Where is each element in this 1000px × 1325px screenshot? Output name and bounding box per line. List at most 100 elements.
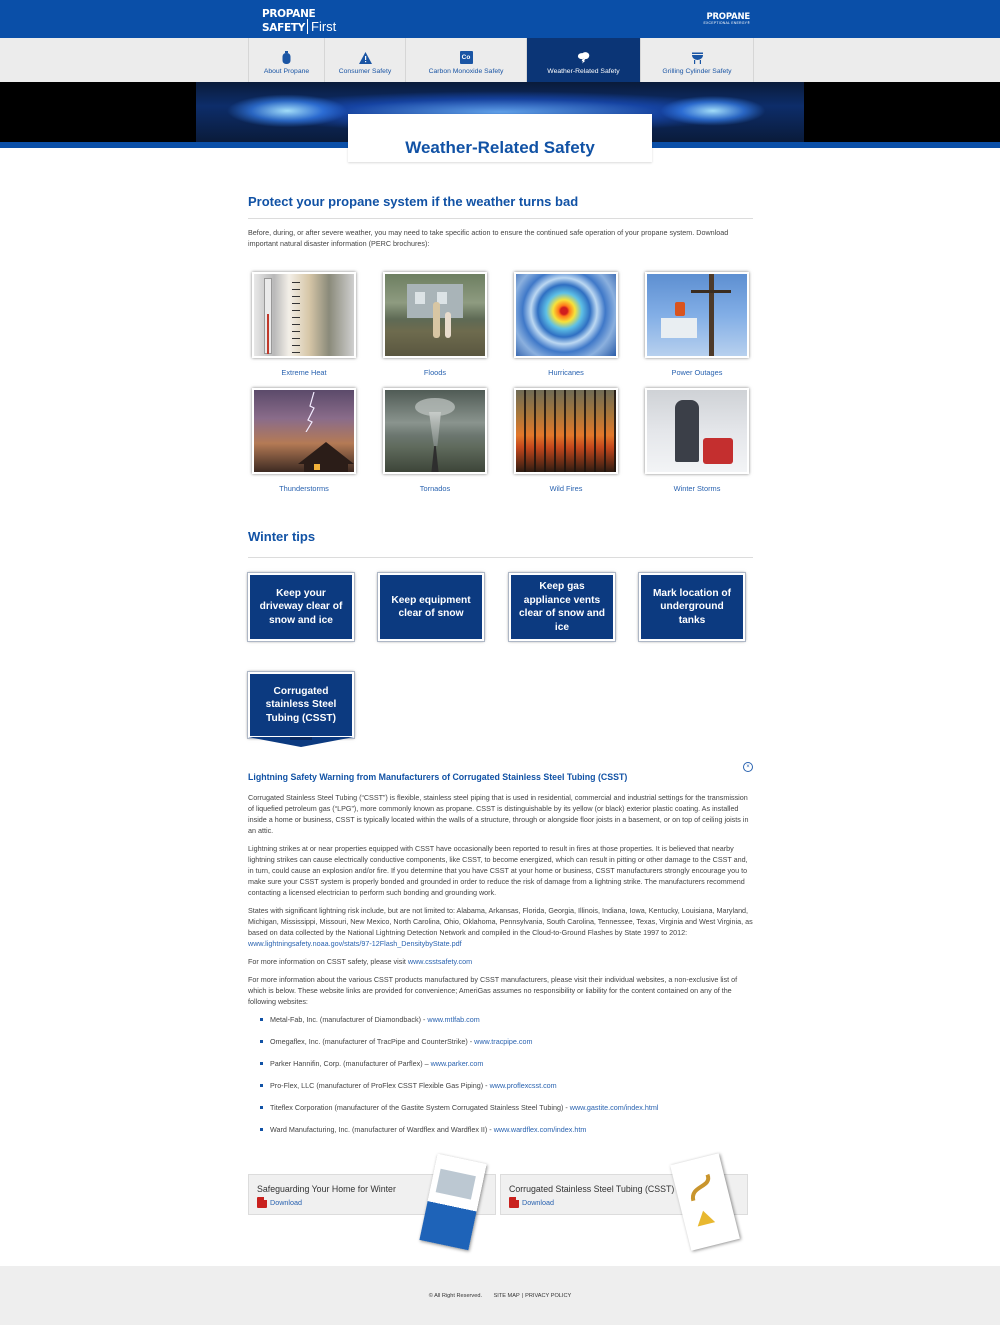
- card-label: Thunderstorms: [279, 484, 329, 493]
- tip-underground-tanks[interactable]: Mark location of underground tanks: [638, 572, 746, 642]
- top-header-bar: PROPANE SAFETY First PROPANE EXCEPTIONAL …: [0, 0, 1000, 38]
- list-item: Ward Manufacturing, Inc. (manufacturer o…: [248, 1124, 753, 1146]
- csst-brochure-thumbnail[interactable]: [670, 1153, 740, 1251]
- section-heading-protect: Protect your propane system if the weath…: [248, 194, 579, 209]
- csst-paragraph-4: For more information on CSST safety, ple…: [248, 956, 753, 967]
- nav-weather-related-safety[interactable]: Weather-Related Safety: [527, 38, 641, 82]
- card-label: Hurricanes: [548, 368, 584, 377]
- manufacturer-link[interactable]: www.mtlfab.com: [427, 1015, 479, 1024]
- site-map-link[interactable]: SITE MAP: [494, 1293, 520, 1299]
- winter-brochure-thumbnail[interactable]: [419, 1153, 487, 1251]
- nav-consumer-safety[interactable]: Consumer Safety: [325, 38, 406, 82]
- p3-text: States with significant lightning risk i…: [248, 906, 753, 937]
- manufacturer-text: Metal-Fab, Inc. (manufacturer of Diamond…: [270, 1015, 426, 1024]
- logo-line-2: SAFETY: [262, 21, 305, 34]
- warning-triangle-icon: [358, 51, 372, 64]
- manufacturer-text: Parker Hannifin, Corp. (manufacturer of …: [270, 1059, 429, 1068]
- manufacturer-list: Metal-Fab, Inc. (manufacturer of Diamond…: [248, 1014, 753, 1146]
- page-footer: © All Right Reserved. SITE MAP | PRIVACY P…: [0, 1266, 1000, 1325]
- footer-separator: |: [521, 1293, 524, 1299]
- card-tornados[interactable]: Tornados: [381, 388, 489, 493]
- manufacturer-link[interactable]: www.gastite.com/index.html: [570, 1103, 659, 1112]
- csst-heading: Lightning Safety Warning from Manufactur…: [248, 772, 628, 782]
- thunderstorms-image: [252, 388, 356, 474]
- wild-fires-image: [514, 388, 618, 474]
- tip-driveway[interactable]: Keep your driveway clear of snow and ice: [247, 572, 355, 642]
- nav-about-propane[interactable]: About Propane: [249, 38, 325, 82]
- page-title: Weather-Related Safety: [405, 138, 595, 157]
- manufacturer-text: Ward Manufacturing, Inc. (manufacturer o…: [270, 1125, 492, 1134]
- p4-text: For more information on CSST safety, ple…: [248, 957, 406, 966]
- tornados-image: [383, 388, 487, 474]
- manufacturer-link[interactable]: www.tracpipe.com: [474, 1037, 532, 1046]
- nav-label: Carbon Monoxide Safety: [428, 68, 504, 75]
- propane-brand-logo[interactable]: PROPANE EXCEPTIONAL ENERGY®: [703, 13, 750, 25]
- card-label: Floods: [423, 368, 447, 377]
- nav-carbon-monoxide-safety[interactable]: Co Carbon Monoxide Safety: [406, 38, 527, 82]
- manufacturer-link[interactable]: www.wardflex.com/index.htm: [494, 1125, 587, 1134]
- csst-paragraph-3: States with significant lightning risk i…: [248, 905, 753, 949]
- card-label: Tornados: [419, 484, 451, 493]
- manufacturer-link[interactable]: www.proflexcsst.com: [490, 1081, 557, 1090]
- section-heading-winter-tips: Winter tips: [248, 529, 316, 544]
- manufacturer-text: Omegaflex, Inc. (manufacturer of TracPip…: [270, 1037, 473, 1046]
- extreme-heat-image: [252, 272, 356, 358]
- manufacturer-text: Titeflex Corporation (manufacturer of th…: [270, 1103, 568, 1112]
- list-item: Titeflex Corporation (manufacturer of th…: [248, 1102, 753, 1124]
- main-nav-bar: About Propane Consumer Safety Co Carbon …: [0, 38, 1000, 82]
- card-thunderstorms[interactable]: Thunderstorms: [250, 388, 358, 493]
- storm-cloud-icon: [577, 51, 590, 64]
- copyright: © All Right Reserved.: [428, 1293, 482, 1299]
- nav-label: Weather-Related Safety: [547, 68, 620, 75]
- download-link[interactable]: Download: [257, 1197, 302, 1208]
- card-label: Power Outages: [671, 368, 723, 377]
- nav-label: About Propane: [263, 68, 310, 75]
- nav-label: Consumer Safety: [338, 68, 392, 75]
- list-item: Omegaflex, Inc. (manufacturer of TracPip…: [248, 1036, 753, 1058]
- floods-image: [383, 272, 487, 358]
- brand-tagline: EXCEPTIONAL ENERGY®: [703, 20, 750, 25]
- download-label: Download: [270, 1198, 302, 1207]
- tip-equipment[interactable]: Keep equipment clear of snow: [377, 572, 485, 642]
- nav-grilling-cylinder-safety[interactable]: Grilling Cylinder Safety: [641, 38, 754, 82]
- card-power-outages[interactable]: Power Outages: [643, 272, 751, 377]
- csst-paragraph-2: Lightning strikes at or near properties …: [248, 844, 748, 897]
- card-label: Extreme Heat: [281, 368, 327, 377]
- card-wild-fires[interactable]: Wild Fires: [512, 388, 620, 493]
- list-item: Parker Hannifin, Corp. (manufacturer of …: [248, 1058, 753, 1080]
- card-label: Wild Fires: [549, 484, 583, 493]
- card-label: Winter Storms: [673, 484, 721, 493]
- tip-csst[interactable]: Corrugated stainless Steel Tubing (CSST): [247, 671, 355, 739]
- privacy-policy-link[interactable]: PRIVACY POLICY: [525, 1293, 571, 1299]
- page-title-box: Weather-Related Safety: [348, 114, 652, 162]
- power-outages-image: [645, 272, 749, 358]
- card-extreme-heat[interactable]: Extreme Heat: [250, 272, 358, 377]
- close-button[interactable]: ×: [743, 762, 753, 772]
- grill-icon: [691, 51, 704, 64]
- download-label: Download: [522, 1198, 554, 1207]
- intro-text: Before, during, or after severe weather,…: [248, 228, 729, 248]
- card-winter-storms[interactable]: Winter Storms: [643, 388, 751, 493]
- download-title: Corrugated Stainless Steel Tubing (CSST): [509, 1184, 675, 1194]
- csst-paragraph-1: Corrugated Stainless Steel Tubing (“CSST…: [248, 793, 749, 835]
- lightning-stats-link[interactable]: www.lightningsafety.noaa.gov/stats/97-12…: [248, 939, 462, 948]
- list-item: Pro-Flex, LLC (manufacturer of ProFlex C…: [248, 1080, 753, 1102]
- main-nav: About Propane Consumer Safety Co Carbon …: [248, 38, 754, 82]
- manufacturer-link[interactable]: www.parker.com: [431, 1059, 484, 1068]
- download-title: Safeguarding Your Home for Winter: [257, 1184, 396, 1194]
- csst-safety-link[interactable]: www.csstsafety.com: [408, 957, 472, 966]
- card-floods[interactable]: Floods: [381, 272, 489, 377]
- manufacturer-text: Pro-Flex, LLC (manufacturer of ProFlex C…: [270, 1081, 488, 1090]
- propane-safety-first-logo[interactable]: PROPANE SAFETY First: [262, 8, 337, 34]
- download-link[interactable]: Download: [509, 1197, 554, 1208]
- logo-line-1: PROPANE: [262, 8, 316, 20]
- card-hurricanes[interactable]: Hurricanes: [512, 272, 620, 377]
- co-badge-icon: Co: [459, 51, 473, 64]
- csst-content-panel: Lightning Safety Warning from Manufactur…: [248, 772, 753, 1146]
- propane-tank-icon: [280, 51, 293, 64]
- tip-selected-pointer: [248, 737, 354, 747]
- winter-storms-image: [645, 388, 749, 474]
- pdf-icon: [509, 1197, 519, 1208]
- divider: [248, 218, 753, 219]
- tip-gas-vents[interactable]: Keep gas appliance vents clear of snow a…: [508, 572, 616, 642]
